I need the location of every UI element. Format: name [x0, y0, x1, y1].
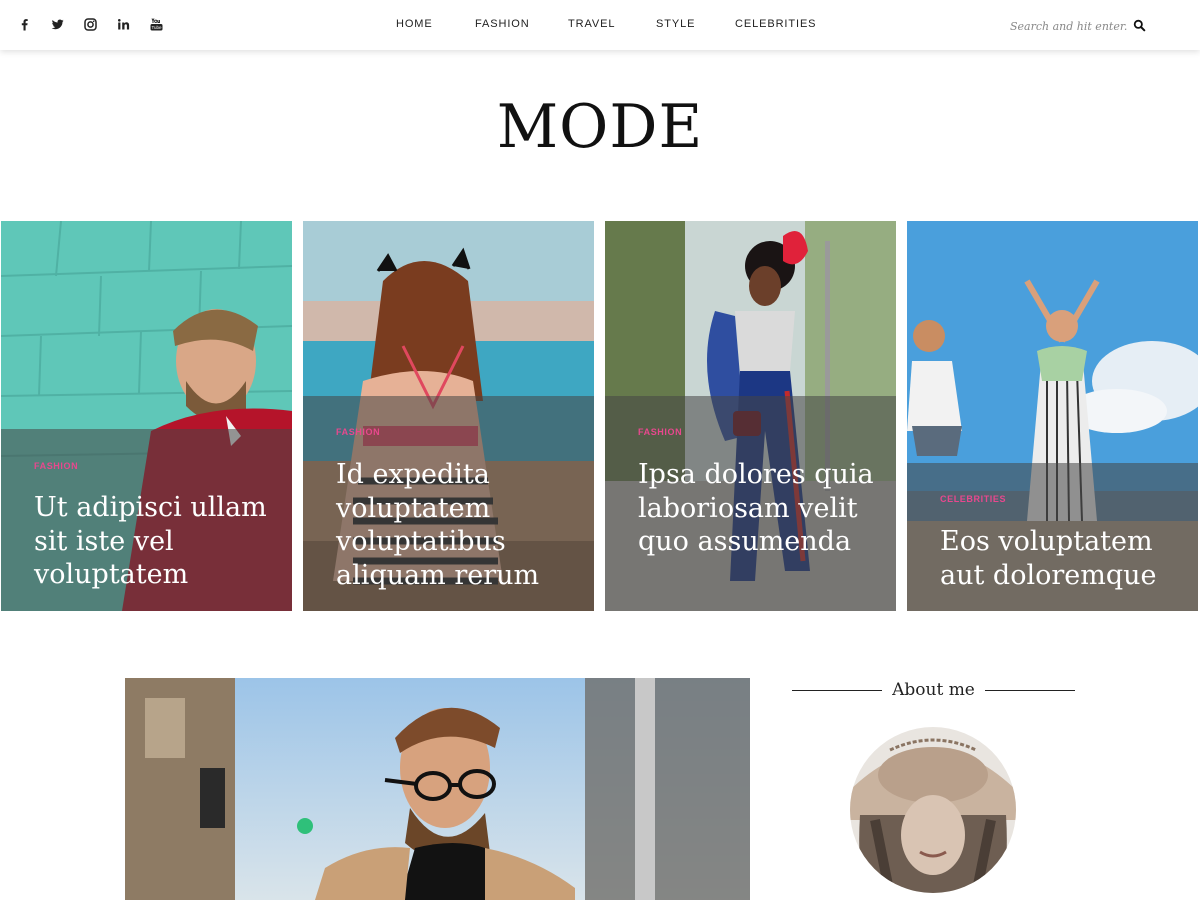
linkedin-icon[interactable] [114, 15, 133, 34]
nav-item-travel[interactable]: TRAVEL [568, 18, 615, 30]
instagram-icon[interactable] [81, 15, 100, 34]
nav-item-style[interactable]: STYLE [656, 18, 695, 30]
search-icon[interactable] [1132, 18, 1147, 33]
site-logo[interactable]: MODE [0, 92, 1200, 162]
nav-item-celebrities[interactable]: CELEBRITIES [735, 18, 816, 30]
card-category[interactable]: CELEBRITIES [940, 494, 1006, 504]
search-input[interactable] [1010, 16, 1128, 36]
avatar [850, 720, 1016, 900]
featured-post-card[interactable]: CELEBRITIES Eos voluptatem aut doloremqu… [907, 221, 1198, 611]
heading-divider-right [985, 690, 1075, 691]
main-post-image[interactable] [125, 678, 750, 900]
card-category[interactable]: FASHION [638, 427, 682, 437]
card-title[interactable]: Ut adipisci ullam sit iste vel voluptate… [34, 491, 278, 592]
card-title[interactable]: Eos voluptatem aut doloremque [940, 525, 1184, 592]
card-category[interactable]: FASHION [336, 427, 380, 437]
card-title[interactable]: Ipsa dolores quia laboriosam velit quo a… [638, 458, 882, 559]
top-navigation-bar: Tube HOME FASHION TRAVEL STYLE CELEBRITI… [0, 0, 1200, 50]
social-links: Tube [15, 15, 166, 34]
featured-post-card[interactable]: FASHION Ipsa dolores quia laboriosam vel… [605, 221, 896, 611]
card-title[interactable]: Id expedita voluptatem voluptatibus aliq… [336, 458, 580, 592]
nav-item-home[interactable]: HOME [396, 18, 433, 30]
youtube-icon[interactable]: Tube [147, 15, 166, 34]
featured-post-card[interactable]: FASHION Id expedita voluptatem voluptati… [303, 221, 594, 611]
featured-post-card[interactable]: FASHION Ut adipisci ullam sit iste vel v… [1, 221, 292, 611]
search-box [1010, 16, 1160, 36]
card-category[interactable]: FASHION [34, 461, 78, 471]
twitter-icon[interactable] [48, 15, 67, 34]
svg-text:Tube: Tube [151, 25, 162, 30]
facebook-icon[interactable] [15, 15, 34, 34]
nav-item-fashion[interactable]: FASHION [475, 18, 530, 30]
about-me-heading: About me [792, 680, 1075, 702]
